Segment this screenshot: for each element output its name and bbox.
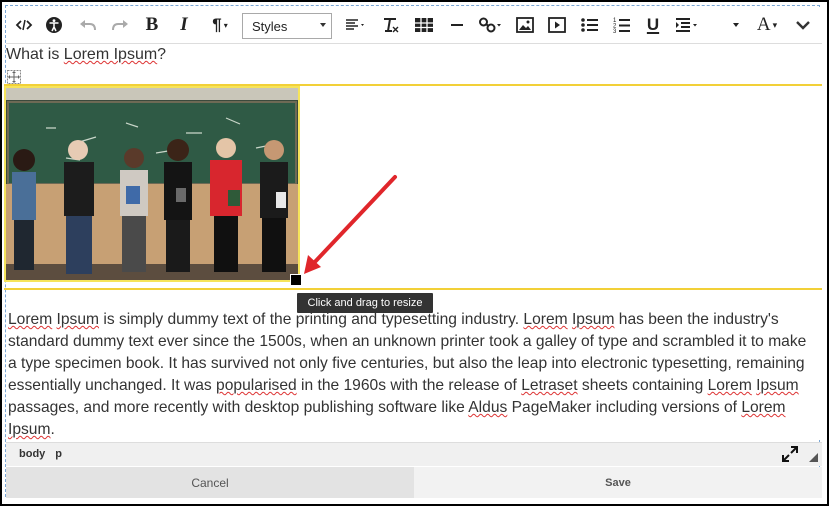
save-button[interactable]: Save [414, 467, 822, 498]
chevron-down-icon [320, 23, 326, 27]
paragraph-icon[interactable]: ¶ ▾ [206, 7, 234, 43]
link-icon[interactable] [476, 7, 506, 43]
redo-icon[interactable] [106, 7, 134, 43]
undo-icon[interactable] [74, 7, 102, 43]
dropdown-icon[interactable] [726, 7, 746, 43]
font-color-icon[interactable]: A ▾ [752, 7, 782, 43]
editor-dialog: B I ¶ ▾ Styles 1 2 3 U A ▾ What is Lorem… [2, 2, 827, 504]
element-path: body p [19, 448, 72, 460]
resize-grip-icon[interactable] [809, 453, 818, 462]
path-p[interactable]: p [55, 448, 62, 460]
underline-icon[interactable]: U [640, 7, 666, 43]
styles-dropdown-label: Styles [252, 18, 288, 34]
table-icon[interactable] [411, 7, 437, 43]
source-code-icon[interactable] [10, 7, 38, 43]
numbered-list-icon[interactable]: 123 [609, 7, 635, 43]
styles-dropdown[interactable]: Styles [242, 13, 332, 39]
indent-icon[interactable] [673, 7, 703, 43]
status-bar: body p [6, 442, 822, 466]
svg-text:3: 3 [613, 29, 617, 34]
editor-toolbar: B I ¶ ▾ Styles 1 2 3 U A ▾ [6, 7, 822, 43]
accessibility-icon[interactable] [40, 7, 68, 43]
annotation-arrow [304, 175, 397, 274]
media-icon[interactable] [544, 7, 570, 43]
fullscreen-icon[interactable] [782, 446, 798, 467]
bulleted-list-icon[interactable] [577, 7, 603, 43]
chevron-down-icon[interactable] [790, 7, 816, 43]
bold-icon[interactable]: B [139, 7, 165, 43]
cancel-button[interactable]: Cancel [6, 467, 414, 498]
image-icon[interactable] [512, 7, 538, 43]
path-body[interactable]: body [19, 448, 45, 460]
clear-format-icon[interactable] [378, 7, 404, 43]
align-icon[interactable] [342, 7, 370, 43]
dialog-buttons: Cancel Save [6, 467, 822, 498]
horizontal-line-icon[interactable] [444, 7, 470, 43]
italic-icon[interactable]: I [172, 7, 196, 43]
editor-content-area[interactable]: What is Lorem Ipsum? Click and drag to r… [4, 44, 822, 440]
